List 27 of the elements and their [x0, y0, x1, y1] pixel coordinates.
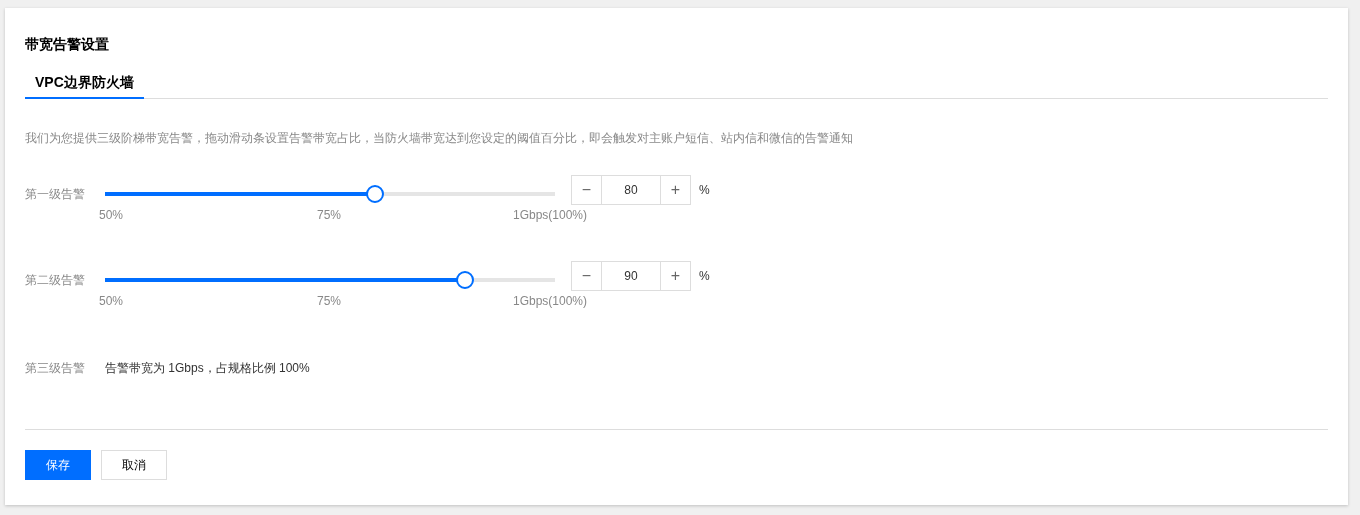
description-text: 我们为您提供三级阶梯带宽告警，拖动滑动条设置告警带宽占比，当防火墙带宽达到您设定的阈值百分比，即会触发对主账户短信、站内信和微信的告警通知: [25, 130, 854, 147]
tick-label: 50%: [99, 293, 124, 310]
value-input[interactable]: 90: [602, 262, 660, 290]
unit-label: %: [699, 182, 710, 199]
page-title: 带宽告警设置: [25, 35, 110, 54]
unit-label: %: [699, 268, 710, 285]
tick-label: 50%: [99, 207, 124, 224]
value-input[interactable]: 80: [602, 176, 660, 204]
level-label: 第二级告警: [25, 272, 86, 289]
tick-label: 75%: [317, 207, 342, 224]
number-stepper[interactable]: − 80 +: [571, 175, 691, 205]
level-info-text: 告警带宽为 1Gbps，占规格比例 100%: [105, 360, 310, 377]
increment-button[interactable]: +: [660, 176, 690, 204]
increment-button[interactable]: +: [660, 262, 690, 290]
level-label: 第一级告警: [25, 186, 86, 203]
decrement-button[interactable]: −: [572, 176, 602, 204]
slider-handle[interactable]: [456, 271, 474, 289]
slider-handle[interactable]: [366, 185, 384, 203]
cancel-button[interactable]: 取消: [101, 450, 167, 480]
tick-label: 75%: [317, 293, 342, 310]
number-stepper[interactable]: − 90 +: [571, 261, 691, 291]
tick-label: 1Gbps(100%): [513, 293, 588, 310]
tab[interactable]: VPC边界防火墙: [25, 72, 144, 99]
save-button[interactable]: 保存: [25, 450, 91, 480]
tick-label: 1Gbps(100%): [513, 207, 588, 224]
decrement-button[interactable]: −: [572, 262, 602, 290]
level-label: 第三级告警: [25, 360, 86, 377]
